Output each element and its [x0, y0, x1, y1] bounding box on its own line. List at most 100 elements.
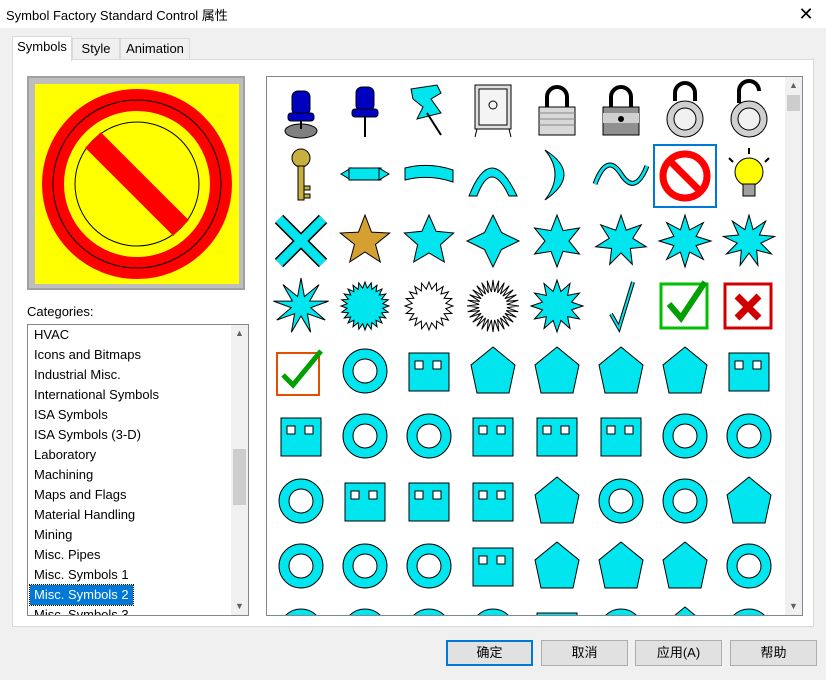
burst-sharp-icon[interactable]: [466, 279, 520, 333]
crescent-icon[interactable]: [544, 149, 565, 201]
category-item[interactable]: Industrial Misc.: [30, 365, 125, 385]
pushpin-gray-icon[interactable]: [284, 90, 318, 139]
trophy-icon[interactable]: [408, 352, 450, 392]
castle-icon[interactable]: [600, 417, 642, 457]
chain-link-icon[interactable]: [726, 413, 772, 459]
category-item[interactable]: ISA Symbols: [30, 405, 112, 425]
arc-icon[interactable]: [468, 167, 518, 197]
category-item[interactable]: Machining: [30, 465, 97, 485]
check-box-orange-icon[interactable]: [276, 349, 323, 396]
dial-icon[interactable]: [727, 608, 771, 615]
category-item[interactable]: Misc. Symbols 1: [30, 565, 133, 585]
category-item[interactable]: Laboratory: [30, 445, 100, 465]
office-building-icon[interactable]: [280, 417, 322, 457]
burst-12-icon[interactable]: [529, 278, 585, 334]
bell-icon[interactable]: [726, 543, 772, 589]
phone-icon[interactable]: [663, 606, 707, 615]
no-sign-icon[interactable]: [653, 144, 717, 208]
factory-icon[interactable]: [342, 413, 388, 459]
gallery-scrollbar[interactable]: ▲ ▼: [785, 77, 802, 615]
category-item[interactable]: International Symbols: [30, 385, 163, 405]
ring-icon[interactable]: [278, 478, 324, 524]
file-cabinet-open-icon[interactable]: [534, 541, 580, 589]
scroll-down-icon[interactable]: ▼: [231, 598, 248, 615]
scissors-blue-icon[interactable]: [342, 543, 388, 589]
padlock-open-icon[interactable]: [730, 79, 768, 138]
burst-outline-icon[interactable]: [403, 280, 455, 332]
pushpin-cyan-icon[interactable]: [410, 84, 442, 136]
tab-animation[interactable]: Animation: [120, 38, 190, 59]
help-button[interactable]: 帮助: [730, 640, 817, 666]
safe-icon[interactable]: [474, 84, 512, 138]
flag-ground-icon[interactable]: [534, 346, 580, 394]
house-small-icon[interactable]: [662, 346, 708, 394]
category-item[interactable]: HVAC: [30, 325, 73, 345]
scissors-cyan-icon[interactable]: [278, 543, 324, 589]
star-5-icon[interactable]: [403, 213, 455, 264]
star-9-icon[interactable]: [721, 213, 777, 268]
star-6-icon[interactable]: [533, 213, 581, 269]
category-item[interactable]: Misc. Pipes: [30, 545, 104, 565]
church-icon[interactable]: [536, 417, 578, 457]
symbol-gallery[interactable]: ▲ ▼: [266, 76, 803, 616]
mailbox-icon[interactable]: [598, 478, 644, 524]
stapler-icon[interactable]: [406, 543, 452, 589]
shield-icon[interactable]: [472, 482, 514, 522]
star-8-icon[interactable]: [657, 213, 713, 269]
bird-icon[interactable]: [407, 608, 451, 615]
burst-round-icon[interactable]: [339, 280, 391, 332]
close-icon[interactable]: ✕: [786, 0, 826, 28]
category-item[interactable]: Material Handling: [30, 505, 139, 525]
ribbon-banner-icon[interactable]: [340, 167, 390, 181]
x-box-red-icon[interactable]: [723, 282, 773, 330]
x-mark-icon[interactable]: [274, 214, 328, 268]
envelope-icon[interactable]: [726, 476, 772, 524]
scroll-up-icon[interactable]: ▲: [231, 325, 248, 342]
check-box-green-icon[interactable]: [659, 280, 709, 330]
tab-symbols[interactable]: Symbols: [12, 36, 72, 61]
house-large-icon[interactable]: [598, 346, 644, 394]
tray-icon[interactable]: [343, 608, 387, 615]
padlock-closed-icon[interactable]: [538, 85, 576, 136]
grass-burst-icon[interactable]: [470, 346, 516, 394]
padlock-dark-icon[interactable]: [602, 85, 640, 136]
lightbulb-icon[interactable]: [728, 148, 770, 197]
cash-register-icon[interactable]: [599, 608, 643, 615]
tab-style[interactable]: Style: [72, 38, 120, 59]
apply-button[interactable]: 应用(A): [635, 640, 722, 666]
clock-icon[interactable]: [598, 541, 644, 589]
picket-fence-icon[interactable]: [728, 352, 770, 392]
category-item[interactable]: Misc. Symbols 3: [30, 605, 133, 615]
category-item[interactable]: Icons and Bitmaps: [30, 345, 145, 365]
categories-list[interactable]: HVAC Icons and Bitmaps Industrial Misc. Int…: [27, 324, 249, 616]
chess-rook-icon[interactable]: [342, 348, 388, 394]
tree-icon[interactable]: [662, 413, 708, 459]
scrollbar-thumb[interactable]: [233, 449, 246, 505]
shield-badge-icon[interactable]: [408, 482, 450, 522]
pushpin-blue-icon[interactable]: [351, 86, 379, 137]
compass-icon[interactable]: [279, 608, 323, 615]
envelope-open-icon[interactable]: [662, 478, 708, 524]
category-item[interactable]: Mining: [30, 525, 76, 545]
key-cyan-icon[interactable]: [534, 476, 580, 524]
note-icon[interactable]: [471, 608, 515, 615]
burst-spiky-icon[interactable]: [273, 277, 329, 333]
window-frame-icon[interactable]: [472, 417, 514, 457]
horseshoe-icon[interactable]: [536, 612, 578, 615]
flag-banner-icon[interactable]: [404, 164, 454, 183]
categories-scrollbar[interactable]: ▲ ▼: [231, 325, 248, 615]
check-tick-icon[interactable]: [609, 281, 635, 334]
category-item[interactable]: Maps and Flags: [30, 485, 131, 505]
star-gold-icon[interactable]: [338, 213, 392, 264]
star-4-icon[interactable]: [465, 213, 521, 269]
city-block-icon[interactable]: [406, 413, 452, 459]
crate-icon[interactable]: [662, 541, 708, 589]
file-cabinet-icon[interactable]: [472, 547, 514, 587]
cancel-button[interactable]: 取消: [541, 640, 628, 666]
key-icon[interactable]: [291, 148, 311, 201]
wave-icon[interactable]: [592, 162, 650, 186]
scroll-down-icon[interactable]: ▼: [785, 598, 802, 615]
category-item[interactable]: ISA Symbols (3-D): [30, 425, 145, 445]
star-7-icon[interactable]: [594, 213, 648, 266]
ok-button[interactable]: 确定: [446, 640, 533, 666]
